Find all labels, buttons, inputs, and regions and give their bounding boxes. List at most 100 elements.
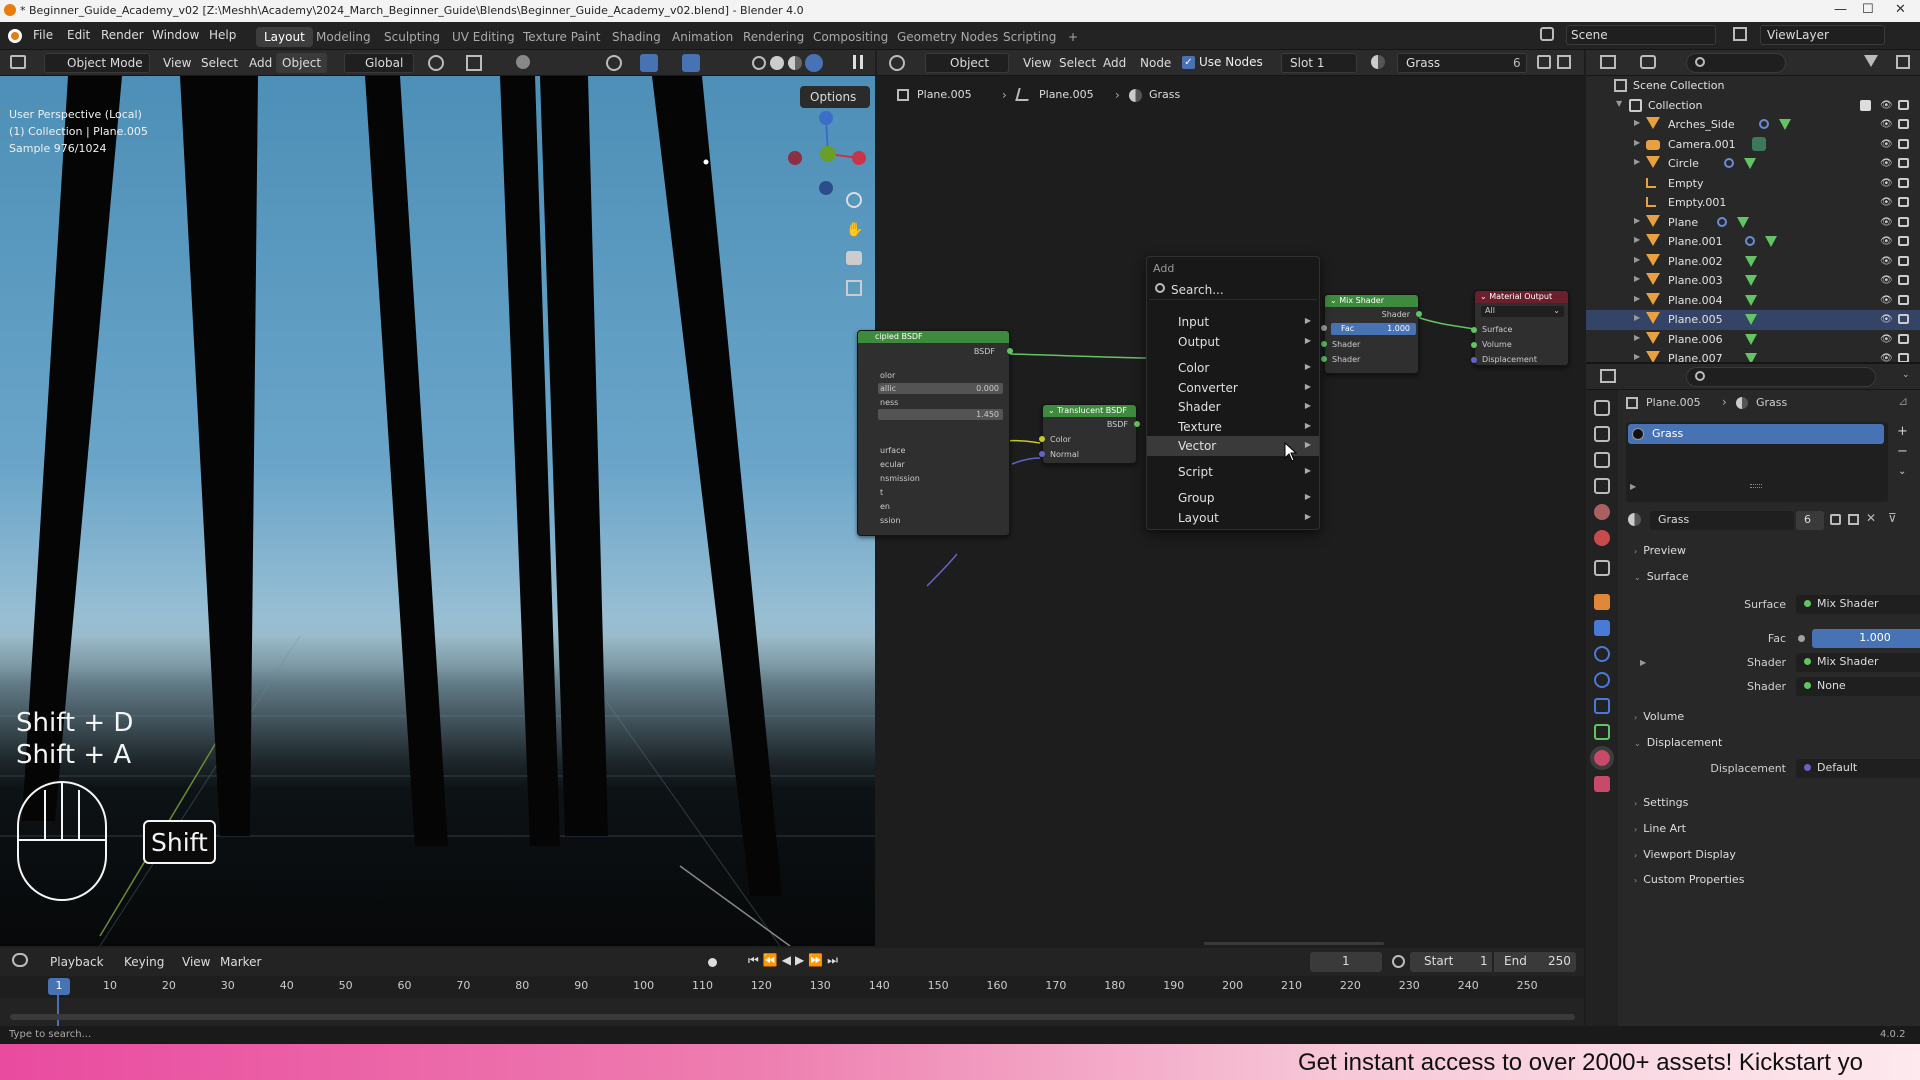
solid-shading-icon[interactable]: [770, 56, 784, 70]
grid-view-icon[interactable]: [846, 280, 862, 296]
modifier-tab-icon[interactable]: [1594, 620, 1610, 636]
mesh-data-icon[interactable]: [1737, 216, 1749, 228]
unlink-material-icon[interactable]: ✕: [1866, 511, 1876, 525]
material-browse-icon[interactable]: [1371, 55, 1385, 69]
proportional-edit-icon[interactable]: [516, 55, 530, 69]
mesh-data-icon[interactable]: [1745, 255, 1757, 267]
mix-shader-node[interactable]: ⌄ Mix Shader Shader Fac 1.000 Shader Sha…: [1321, 294, 1422, 374]
expand-arrow-icon[interactable]: ▶: [1634, 352, 1640, 361]
eye-icon[interactable]: 👁: [1880, 139, 1893, 150]
workspace-tab-sculpting[interactable]: Sculpting: [376, 27, 448, 47]
material-slot-dropdown[interactable]: Slot 1: [1281, 53, 1357, 73]
camera-icon[interactable]: [1898, 236, 1909, 246]
add-menu-search[interactable]: Search...: [1149, 280, 1317, 300]
duplicate-material-icon[interactable]: [1848, 514, 1859, 525]
node-panel-label[interactable]: urface: [880, 446, 905, 455]
workspace-tab-shading[interactable]: Shading: [604, 27, 669, 47]
section-volume[interactable]: › Volume: [1626, 706, 1906, 728]
viewport-menu-select[interactable]: Select: [195, 53, 244, 73]
add-menu-item-shader[interactable]: Shader ▶: [1147, 397, 1319, 417]
visibility-icon[interactable]: [606, 55, 622, 71]
mesh-data-icon[interactable]: [1745, 275, 1757, 286]
collapse-arrow-icon[interactable]: ⌄: [1048, 406, 1055, 415]
outliner-item-plane-001[interactable]: ▶ Plane.001 👁: [1586, 232, 1920, 252]
tool-tab-icon[interactable]: [1594, 400, 1610, 416]
expand-arrow-icon[interactable]: ▶: [1634, 255, 1640, 264]
workspace-tab-uv-editing[interactable]: UV Editing: [444, 27, 523, 47]
3d-viewport[interactable]: User Perspective (Local) (1) Collection …: [0, 76, 875, 946]
camera-view-icon[interactable]: [846, 251, 862, 265]
timeline-menu-playback[interactable]: Playback: [44, 952, 110, 972]
output-target-dropdown[interactable]: All ⌄: [1481, 306, 1564, 317]
fac-input-socket[interactable]: [1321, 325, 1327, 331]
material-user-count[interactable]: 6: [1796, 511, 1824, 530]
shader1-field[interactable]: Mix Shader: [1796, 653, 1920, 672]
workspace-tab-compositing[interactable]: Compositing: [805, 27, 896, 47]
outliner-item-circle[interactable]: ▶ Circle 👁: [1586, 154, 1920, 174]
scene-selector[interactable]: Scene: [1566, 25, 1716, 45]
transform-orientation-dropdown[interactable]: Global: [344, 53, 414, 73]
menu-window[interactable]: Window: [152, 28, 199, 42]
use-nodes-checkbox[interactable]: ✓: [1182, 56, 1195, 69]
outliner-item-arches-side[interactable]: ▶ Arches_Side 👁: [1586, 115, 1920, 135]
minimize-icon[interactable]: —: [1834, 2, 1847, 17]
output-tab-icon[interactable]: [1594, 452, 1610, 468]
node-menu-node[interactable]: Node: [1134, 53, 1177, 73]
new-collection-icon[interactable]: [1896, 55, 1910, 69]
add-menu-item-texture[interactable]: Texture ▶: [1147, 417, 1319, 437]
camera-icon[interactable]: [1898, 255, 1909, 266]
eye-icon[interactable]: 👁: [1880, 197, 1893, 208]
properties-search-input[interactable]: [1686, 367, 1876, 387]
add-menu-item-group[interactable]: Group ▶: [1147, 488, 1319, 508]
timeline-menu-marker[interactable]: Marker: [214, 952, 267, 972]
add-menu-item-layout[interactable]: Layout ▶: [1147, 508, 1319, 528]
workspace-tab-geometry-nodes[interactable]: Geometry Nodes: [889, 27, 1006, 47]
object-tab-icon[interactable]: [1594, 594, 1610, 610]
node-editor-type-icon[interactable]: [889, 55, 905, 71]
timeline-ruler[interactable]: 1102030405060708090100110120130140150160…: [0, 976, 1584, 998]
displacement-field[interactable]: Default: [1796, 759, 1920, 778]
add-menu-item-script[interactable]: Script ▶: [1147, 462, 1319, 482]
translucent-output-socket[interactable]: [1134, 421, 1140, 427]
camera-icon[interactable]: [1898, 197, 1909, 207]
eye-icon[interactable]: 👁: [1880, 275, 1893, 286]
node-menu-view[interactable]: View: [1017, 53, 1057, 73]
timeline-menu-keying[interactable]: Keying: [118, 952, 170, 972]
workspace-tab-texture-paint[interactable]: Texture Paint: [515, 27, 608, 47]
timeline-editor[interactable]: Playback Keying View Marker ⏮⏪◀▶⏩⏭ 1 Sta…: [0, 948, 1584, 1034]
add-menu-item-converter[interactable]: Converter ▶: [1147, 378, 1319, 398]
viewport-menu-view[interactable]: View: [157, 53, 197, 73]
camera-data-icon[interactable]: [1752, 136, 1766, 151]
shader1-input-socket[interactable]: [1321, 341, 1327, 347]
rendered-shading-icon[interactable]: [805, 54, 823, 72]
translucent-bsdf-node[interactable]: ⌄ Translucent BSDF BSDF Color Normal: [1039, 404, 1140, 464]
shader-type-dropdown[interactable]: Object: [925, 53, 1009, 73]
outliner-item-plane-006[interactable]: ▶ Plane.006 👁: [1586, 330, 1920, 350]
workspace-tab-scripting[interactable]: Scripting: [995, 27, 1064, 47]
wrench-icon[interactable]: [1745, 236, 1755, 246]
node-editor-scrollbar[interactable]: [877, 942, 1584, 946]
workspace-tab-layout[interactable]: Layout: [256, 27, 313, 47]
eye-icon[interactable]: 👁: [1880, 217, 1893, 228]
workspace-tab-modeling[interactable]: Modeling: [308, 27, 379, 47]
workspace-tab-animation[interactable]: Animation: [664, 27, 741, 47]
node-menu-select[interactable]: Select: [1053, 53, 1102, 73]
node-panel-label[interactable]: nsmission: [880, 474, 920, 483]
expand-arrow-icon[interactable]: ▶: [1634, 235, 1640, 244]
link-type-icon[interactable]: ⊽: [1888, 511, 1897, 525]
blender-menu-icon[interactable]: [8, 29, 22, 43]
viewport-options-button[interactable]: Options: [800, 86, 870, 108]
maximize-icon[interactable]: ☐: [1862, 2, 1874, 17]
material-preview-icon[interactable]: [788, 56, 802, 70]
volume-input-socket[interactable]: [1471, 342, 1477, 348]
shader2-field[interactable]: None: [1796, 677, 1920, 696]
material-slot-list[interactable]: Grass ▶: [1626, 422, 1888, 502]
mesh-data-icon[interactable]: [1745, 314, 1757, 325]
camera-icon[interactable]: [1898, 99, 1909, 110]
expand-arrow-icon[interactable]: ▼: [1616, 99, 1622, 108]
playback-controls[interactable]: ⏮⏪◀▶⏩⏭: [748, 953, 842, 968]
material-slot-row[interactable]: Grass: [1628, 424, 1884, 444]
resize-grip-icon[interactable]: [1750, 484, 1762, 488]
mesh-data-icon[interactable]: [1745, 333, 1757, 345]
eye-icon[interactable]: 👁: [1880, 334, 1893, 345]
